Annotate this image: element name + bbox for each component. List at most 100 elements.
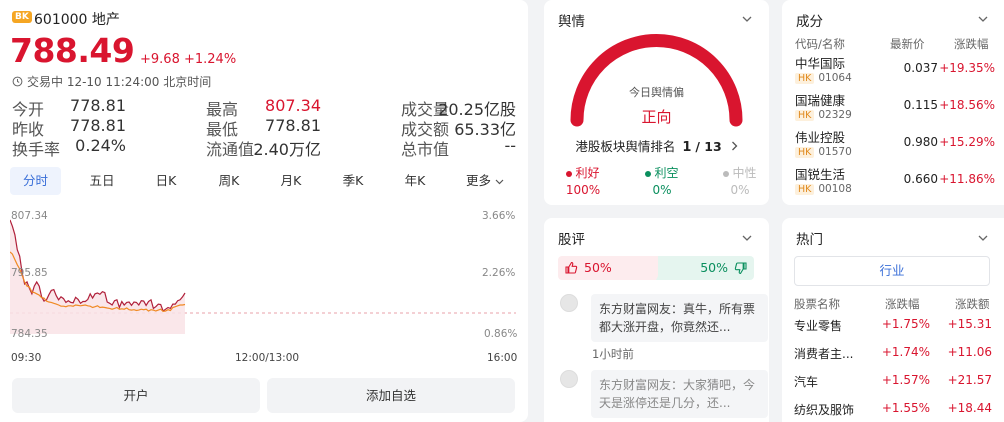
trading-status: 交易中 12-10 11:24:00 北京时间 [12, 73, 211, 90]
tab-quarterly-k[interactable]: 季K [328, 167, 378, 195]
constituent-row[interactable]: 国锐生活 HK 00108 0.660 +11.86% [795, 164, 995, 202]
hot-row[interactable]: 汽车 +1.57% +21.57 [794, 373, 992, 393]
neutral-dot [723, 170, 730, 177]
header-stock-name: 股票名称 [794, 297, 840, 311]
add-watchlist-button[interactable]: 添加自选 [267, 378, 515, 413]
tab-yearly-k[interactable]: 年K [390, 167, 440, 195]
tab-monthly-k[interactable]: 月K [266, 167, 316, 195]
stock-code: 01064 [818, 72, 852, 84]
hot-row[interactable]: 消费者主... +1.74% +11.06 [794, 345, 992, 365]
hot-panel: 热门 行业 股票名称 涨跌幅 涨跌额 专业零售 +1.75% +15.31 消费者主.… [782, 218, 1004, 422]
industry-change-amt: +18.44 [947, 401, 992, 415]
hot-row[interactable]: 纺织及服饰 +1.55% +18.44 [794, 401, 992, 421]
quote-cell: 流通值 2.40万亿 [206, 136, 321, 159]
quote-cell: 昨收 778.81 [12, 116, 126, 139]
industry-change-pct: +1.74% [881, 345, 930, 359]
chevron-down-icon[interactable] [742, 14, 752, 24]
stock-comments-panel: 股评 50% 50% 东方财富网友：真牛，所有票都大涨开盘，你竟然还... 1小… [544, 218, 769, 422]
price-change: +9.68 +1.24% [140, 52, 236, 67]
constituent-code: HK 01064 [795, 72, 852, 84]
industry-change-pct: +1.57% [881, 373, 930, 387]
header-change-pct: 涨跌幅 [885, 297, 920, 311]
bearish-dot [645, 170, 652, 177]
quote-value: 0.24% [75, 136, 126, 155]
constituent-name: 伟业控股 [795, 130, 846, 145]
quote-value: 807.34 [265, 96, 321, 115]
comment-text: 东方财富网友：大家猜吧，今天是涨停还是几分，还... [591, 370, 768, 418]
chevron-down-icon [495, 179, 504, 184]
comment-text: 东方财富网友：真牛，所有票都大涨开盘，你竟然还... [591, 294, 768, 342]
y-right-tick-top: 3.66% [482, 210, 516, 222]
tab-5day[interactable]: 五日 [76, 167, 128, 195]
quote-label: 总市值 [401, 140, 450, 159]
constituent-change: +15.29% [939, 135, 995, 149]
today-sentiment-label: 今日舆情偏 [629, 86, 684, 99]
y-left-tick-top: 807.34 [11, 210, 48, 222]
quote-value: 2.40万亿 [253, 140, 321, 159]
avatar [560, 294, 578, 312]
quote-value: 778.81 [265, 116, 321, 135]
status-text: 交易中 12-10 11:24:00 北京时间 [27, 75, 212, 89]
constituent-change: +18.56% [939, 98, 995, 112]
constituent-change: +11.86% [939, 172, 995, 186]
industry-name: 纺织及服饰 [794, 403, 855, 417]
stock-code: 02329 [818, 109, 852, 121]
industry-change-pct: +1.75% [881, 317, 930, 331]
constituent-row[interactable]: 国瑞健康 HK 02329 0.115 +18.56% [795, 90, 995, 128]
quote-cell: 换手率 0.24% [12, 136, 126, 159]
tab-more[interactable]: 更多 [455, 167, 515, 195]
quote-value: 778.81 [70, 116, 126, 135]
constituent-change: +19.35% [939, 61, 995, 75]
constituent-row[interactable]: 伟业控股 HK 01570 0.980 +15.29% [795, 127, 995, 165]
bullish-dot [566, 170, 573, 177]
neutral-label: 中性 [732, 166, 757, 180]
chevron-down-icon[interactable] [742, 233, 752, 243]
bull-bar[interactable]: 50% [558, 256, 662, 280]
constituent-name: 中华国际 [795, 56, 846, 71]
chevron-down-icon[interactable] [978, 233, 988, 243]
market-badge: HK [795, 73, 815, 84]
market-badge: HK [795, 110, 815, 121]
constituent-code: HK 00108 [795, 183, 852, 195]
comment-time: 1小时前 [592, 347, 634, 361]
quote-value: -- [504, 136, 516, 155]
tab-more-label: 更多 [466, 173, 492, 188]
constituent-price: 0.980 [903, 135, 938, 149]
chevron-right-icon [731, 141, 738, 151]
bull-percent: 50% [584, 260, 612, 275]
quote-cell: 最高 807.34 [206, 96, 321, 119]
tab-intraday[interactable]: 分时 [10, 167, 61, 195]
chevron-down-icon[interactable] [978, 14, 988, 24]
quote-label: 流通值 [206, 140, 255, 159]
avatar [560, 370, 578, 388]
tab-weekly-k[interactable]: 周K [204, 167, 254, 195]
constituent-price: 0.037 [903, 61, 938, 75]
quote-label: 换手率 [12, 140, 61, 159]
sentiment-title: 舆情 [558, 14, 585, 30]
y-right-tick-bottom: 0.86% [484, 328, 518, 340]
y-left-tick-mid: 795.85 [11, 267, 48, 279]
bear-bar[interactable]: 50% [658, 256, 754, 280]
thumbs-down-icon [734, 262, 747, 275]
bull-bear-ratio: 50% 50% [558, 256, 754, 280]
constituent-row[interactable]: 中华国际 HK 01064 0.037 +19.35% [795, 53, 995, 91]
market-badge: HK [795, 184, 815, 195]
today-sentiment-value: 正向 [641, 108, 672, 126]
quote-cell: 成交量 20.25亿股 [401, 96, 516, 119]
tab-daily-k[interactable]: 日K [141, 167, 191, 195]
stock-code: 00108 [818, 183, 852, 195]
bear-percent: 50% [700, 260, 728, 275]
header-code-name: 代码/名称 [795, 37, 845, 51]
sector-sentiment-rank[interactable]: 港股板块舆情排名 1 / 13 [544, 136, 769, 155]
open-account-button[interactable]: 开户 [12, 378, 260, 413]
industry-button[interactable]: 行业 [794, 256, 990, 286]
neutral-value: 0% [730, 183, 750, 197]
y-right-tick-mid: 2.26% [482, 267, 516, 279]
quote-cell: 总市值 -- [401, 136, 516, 159]
stock-code: 01570 [818, 146, 852, 158]
intraday-chart[interactable]: 807.34 795.85 784.35 3.66% 2.26% 0.86% 0… [9, 204, 518, 364]
hot-row[interactable]: 专业零售 +1.75% +15.31 [794, 317, 992, 337]
sector-badge: BK [12, 11, 32, 23]
constituents-panel: 成分 代码/名称 最新价 涨跌幅 中华国际 HK 01064 0.037 +19.35%… [782, 0, 1004, 205]
industry-name: 消费者主... [794, 347, 854, 361]
